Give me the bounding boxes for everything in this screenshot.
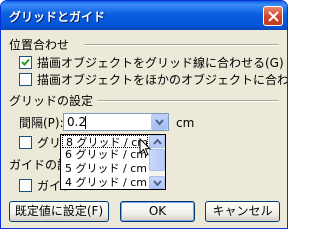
scroll-up-icon — [153, 139, 162, 145]
checkmark-icon — [21, 58, 30, 66]
list-item[interactable]: 6 グリッド / cm — [62, 148, 148, 161]
scroll-thumb[interactable] — [149, 149, 165, 171]
grid-settings-group-label: グリッドの設定 — [9, 94, 94, 108]
spacing-combobox[interactable]: 0.2 — [63, 113, 169, 131]
scroll-down-icon — [153, 180, 162, 186]
close-button[interactable] — [263, 6, 283, 26]
group-divider — [84, 44, 279, 46]
snap-to-grid-checkbox[interactable] — [19, 56, 32, 69]
group-divider — [97, 100, 279, 102]
mouse-pointer-icon — [139, 138, 151, 157]
cancel-button[interactable]: キャンセル — [205, 201, 280, 222]
dialog-title: グリッドとガイド — [9, 10, 106, 24]
close-icon — [268, 11, 279, 22]
show-guides-checkbox[interactable] — [19, 179, 32, 192]
set-default-button[interactable]: 既定値に設定(F) — [9, 201, 109, 222]
list-item[interactable]: 8 グリッド / cm — [62, 135, 148, 149]
snap-to-objects-label[interactable]: 描画オブジェクトをほかのオブジェクトに合わせる(S) — [37, 71, 287, 88]
spacing-dropdown-button[interactable] — [151, 114, 168, 130]
spacing-unit: cm — [176, 116, 195, 130]
dropdown-scrollbar[interactable] — [149, 135, 165, 189]
scroll-down-button[interactable] — [149, 176, 165, 189]
snap-to-objects-checkbox[interactable] — [19, 73, 32, 86]
dialog-body: 位置合わせ 描画オブジェクトをグリッド線に合わせる(G) 描画オブジェクトをほか… — [4, 30, 287, 227]
ok-button[interactable]: OK — [120, 201, 195, 222]
alignment-group-label: 位置合わせ — [9, 38, 70, 52]
list-item[interactable]: 4 グリッド / cm — [62, 176, 148, 189]
spacing-value: 0.2 — [67, 115, 87, 129]
spacing-label: 間隔(P): — [19, 116, 64, 130]
snap-to-grid-label[interactable]: 描画オブジェクトをグリッド線に合わせる(G) — [37, 54, 284, 71]
list-item[interactable]: 5 グリッド / cm — [62, 162, 148, 175]
text-caret — [85, 116, 86, 129]
chevron-down-icon — [155, 119, 164, 126]
dialog-window: グリッドとガイド 位置合わせ 描画オブジェクトをグリッド線に合わせる(G) 描画… — [0, 0, 288, 229]
title-bar[interactable]: グリッドとガイド — [1, 1, 287, 30]
show-grid-checkbox[interactable] — [19, 136, 32, 149]
scroll-up-button[interactable] — [149, 135, 165, 148]
